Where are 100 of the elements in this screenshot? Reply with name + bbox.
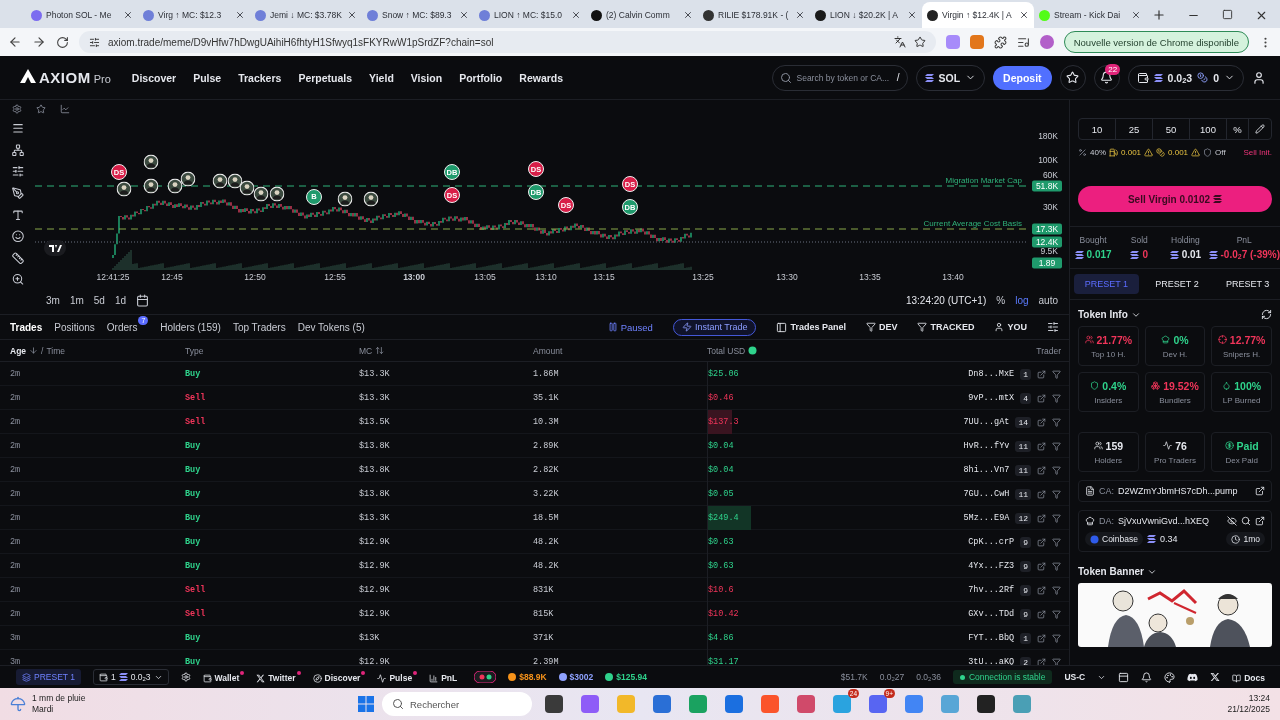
- hide-icon[interactable]: [1227, 516, 1237, 526]
- preset-tab[interactable]: PRESET 2: [1144, 274, 1210, 294]
- avatar-marker[interactable]: [143, 178, 159, 194]
- filter-icon[interactable]: [1052, 393, 1061, 403]
- browser-tab[interactable]: Virgin ↑ $12.4K | A: [922, 2, 1034, 28]
- settings-icon[interactable]: [12, 104, 22, 114]
- footer-link[interactable]: Twitter: [256, 671, 301, 683]
- avatar-marker[interactable]: [180, 171, 196, 187]
- sell-button[interactable]: Sell Virgin 0.0102: [1078, 186, 1272, 212]
- instant-trade-button[interactable]: Instant Trade: [672, 318, 757, 336]
- docs-link[interactable]: Docs: [1232, 671, 1270, 683]
- avatar-marker[interactable]: [337, 191, 353, 207]
- table-tab[interactable]: Trades: [10, 321, 43, 333]
- filter-icon[interactable]: [1052, 513, 1061, 523]
- address-bar[interactable]: axiom.trade/meme/D9vHfw7hDwgUAihiH6fhtyH1Sfwyq1sFKYRwW1pSrdZF?chain=sol: [79, 31, 936, 53]
- filter-button[interactable]: YOU: [994, 322, 1027, 332]
- wallet-picker[interactable]: 1 0.0$_{2}$3: [92, 669, 169, 685]
- nav-link[interactable]: Pulse: [193, 71, 222, 84]
- trader-address[interactable]: 9vP...mtX: [968, 393, 1015, 403]
- browser-tab[interactable]: LION ↑ MC: $15.0: [474, 2, 586, 28]
- table-tab[interactable]: Holders (159): [160, 321, 221, 333]
- table-tab[interactable]: Top Traders: [232, 321, 286, 333]
- close-icon[interactable]: [1019, 10, 1029, 20]
- filter-icon[interactable]: [1052, 633, 1061, 643]
- media-icon[interactable]: [1016, 35, 1030, 49]
- refresh-icon[interactable]: [1261, 309, 1272, 320]
- trader-address[interactable]: GXv...TDd: [968, 609, 1015, 619]
- region-selector[interactable]: US-C: [1064, 672, 1086, 682]
- filter-icon[interactable]: [1052, 465, 1061, 475]
- avatar-marker[interactable]: [239, 180, 255, 196]
- back-icon[interactable]: [8, 35, 22, 49]
- avatar-marker[interactable]: [227, 173, 243, 189]
- scale-option[interactable]: log: [1015, 295, 1029, 306]
- trader-address[interactable]: Dn8...MxE: [968, 369, 1015, 379]
- reload-icon[interactable]: [56, 35, 69, 49]
- table-settings-icon[interactable]: [1047, 321, 1059, 333]
- favorite-icon[interactable]: [36, 104, 46, 114]
- filter-icon[interactable]: [1052, 561, 1061, 571]
- table-tab[interactable]: Orders: [106, 321, 138, 333]
- setting-value[interactable]: 40%: [1090, 147, 1106, 157]
- interval-button[interactable]: 3m: [46, 295, 60, 306]
- close-icon[interactable]: [123, 10, 133, 20]
- avatar-marker[interactable]: [269, 186, 285, 202]
- emoji-tool-icon[interactable]: [10, 230, 25, 243]
- fib-tool-icon[interactable]: [10, 165, 25, 178]
- taskbar-app-icon[interactable]: [545, 695, 563, 713]
- bell-icon[interactable]: [1141, 671, 1153, 683]
- close-icon[interactable]: [347, 10, 357, 20]
- avatar-marker[interactable]: [167, 178, 183, 194]
- avatar-marker[interactable]: [363, 191, 379, 207]
- close-icon[interactable]: [1131, 10, 1141, 20]
- trader-address[interactable]: HvR...fYv: [963, 441, 1010, 451]
- filter-icon[interactable]: [1052, 417, 1061, 427]
- x-icon[interactable]: [1210, 672, 1221, 682]
- browser-tab[interactable]: Stream - Kick Dai: [1034, 2, 1146, 28]
- trader-address[interactable]: 3tU...aKQ: [968, 657, 1015, 665]
- filter-icon[interactable]: [1052, 441, 1061, 451]
- taskbar-search[interactable]: Rechercher: [382, 692, 532, 716]
- trader-address[interactable]: 7hv...2Rf: [968, 585, 1015, 595]
- search-icon[interactable]: [1241, 516, 1251, 526]
- text-tool-icon[interactable]: [10, 208, 25, 222]
- ruler-icon[interactable]: [10, 251, 25, 265]
- filter-icon[interactable]: [1052, 537, 1061, 547]
- avatar-marker[interactable]: [253, 186, 269, 202]
- amount-button[interactable]: 10: [1079, 119, 1116, 139]
- scale-option[interactable]: %: [996, 295, 1006, 306]
- bookmark-icon[interactable]: [913, 36, 926, 48]
- avatar-marker[interactable]: [143, 154, 159, 170]
- trader-address[interactable]: 8hi...Vn7: [963, 465, 1010, 475]
- nav-link[interactable]: Portfolio: [459, 71, 503, 84]
- nav-link[interactable]: Vision: [410, 71, 443, 84]
- footer-link[interactable]: Discover: [312, 671, 366, 683]
- preset-tab[interactable]: PRESET 1: [1074, 274, 1139, 294]
- extensions-icon[interactable]: [993, 35, 1007, 49]
- close-icon[interactable]: [571, 10, 581, 20]
- filter-icon[interactable]: [1052, 609, 1061, 619]
- amount-button[interactable]: %: [1227, 119, 1249, 139]
- palette-icon[interactable]: [1164, 671, 1176, 683]
- scale-option[interactable]: auto: [1038, 295, 1058, 306]
- section-title[interactable]: Token Info: [1078, 309, 1128, 320]
- browser-tab[interactable]: Virg ↑ MC: $12.3: [138, 2, 250, 28]
- nav-link[interactable]: Yield: [369, 71, 394, 84]
- trader-address[interactable]: 7UU...gAt: [963, 417, 1010, 427]
- trader-address[interactable]: CpK...crP: [968, 537, 1015, 547]
- filter-icon[interactable]: [1052, 657, 1061, 665]
- maximize-icon[interactable]: [1222, 9, 1233, 20]
- filter-button[interactable]: TRACKED: [917, 322, 975, 332]
- column-header[interactable]: Total USD: [707, 345, 746, 356]
- browser-tab[interactable]: Photon SOL - Me: [26, 2, 138, 28]
- nav-link[interactable]: Perpetuals: [298, 71, 353, 84]
- discord-icon[interactable]: [1187, 671, 1199, 683]
- interval-button[interactable]: 5d: [93, 295, 105, 306]
- avatar-marker[interactable]: [116, 181, 132, 197]
- section-title[interactable]: Token Banner: [1078, 566, 1144, 577]
- amount-button[interactable]: 50: [1153, 119, 1190, 139]
- start-icon[interactable]: [358, 696, 374, 712]
- amount-button[interactable]: 100: [1190, 119, 1227, 139]
- filter-button[interactable]: DEV: [865, 322, 898, 332]
- deposit-button[interactable]: Deposit: [993, 65, 1052, 90]
- contract-address[interactable]: D2WZmYJbmHS7cDh...pump: [1118, 486, 1251, 496]
